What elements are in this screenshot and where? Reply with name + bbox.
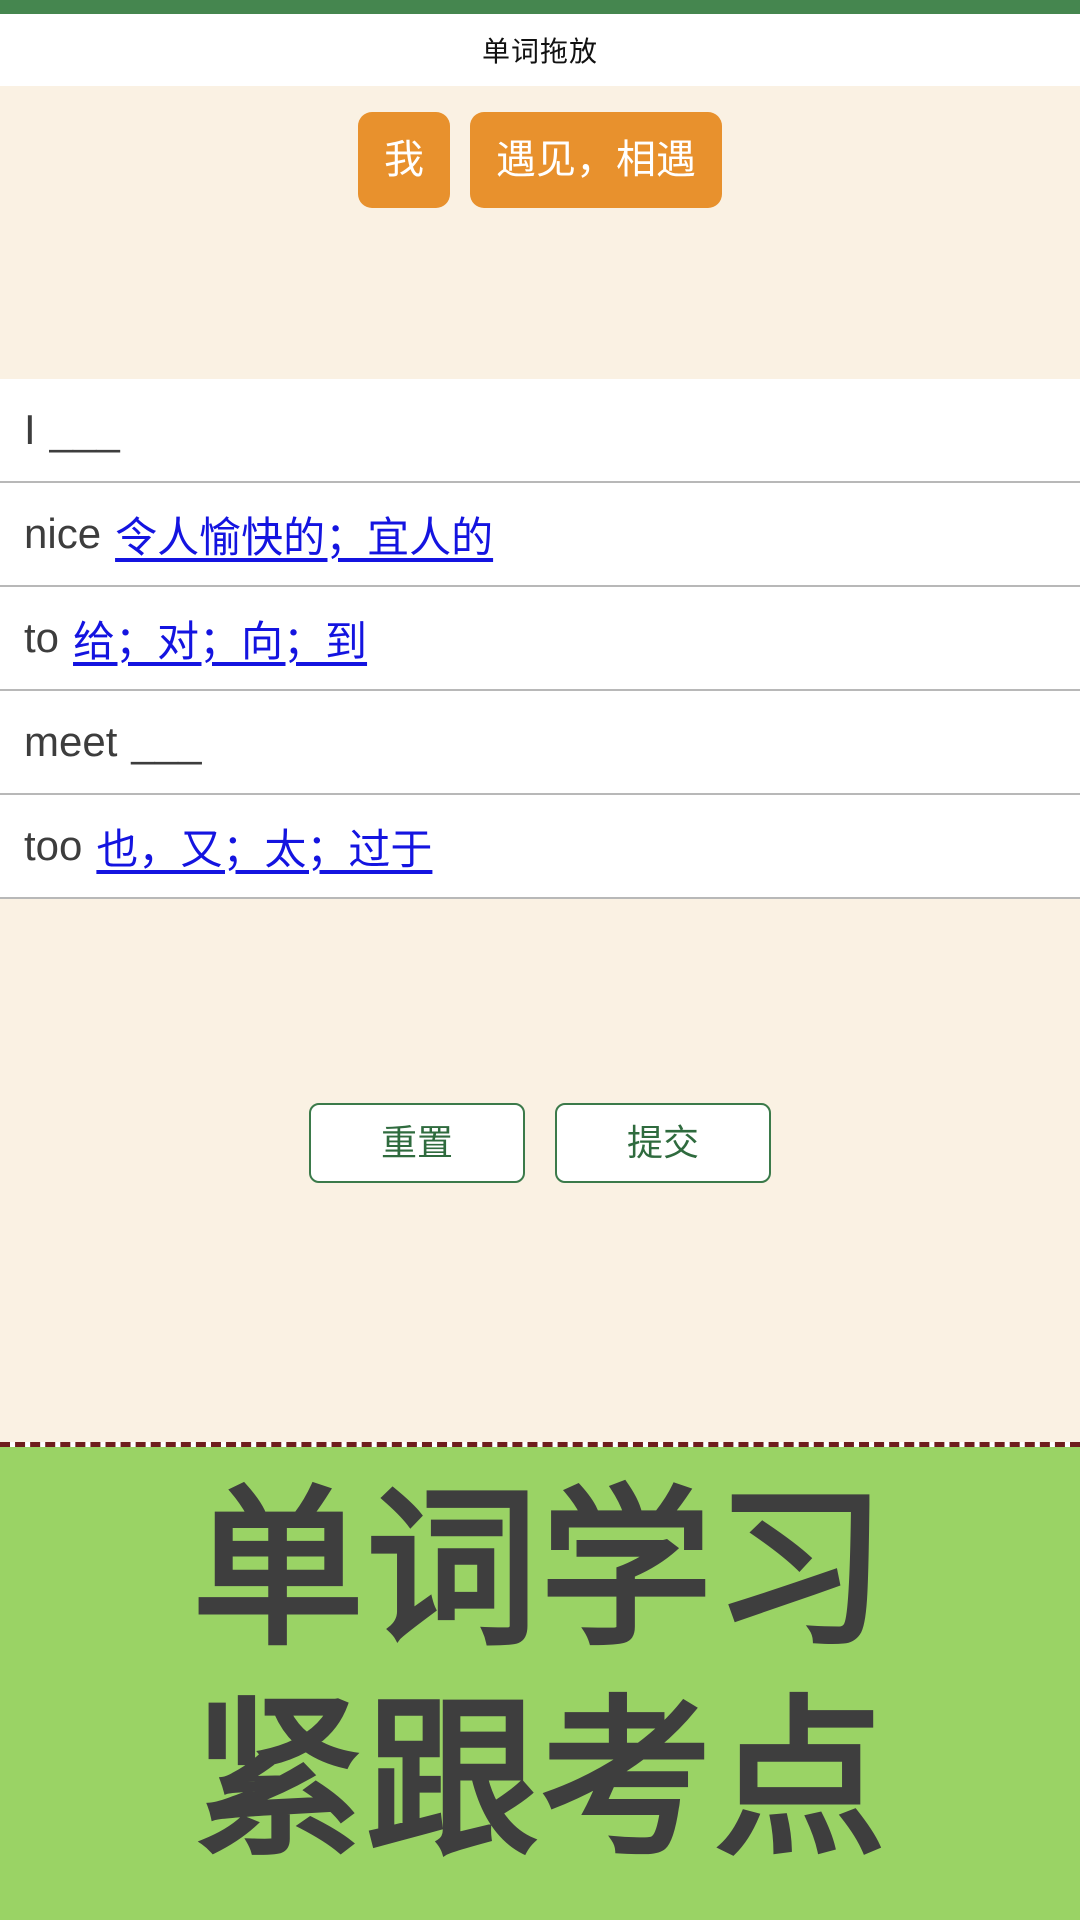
table-row[interactable]: I ___ <box>0 379 1080 483</box>
word-bank-panel[interactable]: 我 遇见，相遇 <box>0 86 1080 379</box>
action-bar: 重置 提交 <box>0 899 1080 1442</box>
status-accent-bar <box>0 0 1080 14</box>
table-row[interactable]: to 给；对；向；到 <box>0 587 1080 691</box>
app-root: 单词拖放 我 遇见，相遇 I ___ nice 令人愉快的；宜人的 to 给；对… <box>0 0 1080 1920</box>
row-drop-blank[interactable]: ___ <box>50 406 120 454</box>
page-title: 单词拖放 <box>481 36 598 67</box>
word-row-list: I ___ nice 令人愉快的；宜人的 to 给；对；向；到 meet ___… <box>0 379 1080 899</box>
row-english-word: nice <box>24 510 102 557</box>
reset-button[interactable]: 重置 <box>309 1103 525 1183</box>
row-drop-blank[interactable]: ___ <box>131 718 201 766</box>
row-english-word: I <box>24 406 36 453</box>
table-row[interactable]: meet ___ <box>0 691 1080 795</box>
table-row[interactable]: too 也，又；太；过于 <box>0 795 1080 899</box>
draggable-word-chip[interactable]: 我 <box>358 112 450 208</box>
row-english-word: too <box>24 822 83 869</box>
title-bar: 单词拖放 <box>0 14 1080 86</box>
promo-banner: 单词学习 紧跟考点 <box>0 1447 1080 1920</box>
row-chinese-meaning[interactable]: 令人愉快的；宜人的 <box>115 504 493 565</box>
submit-button[interactable]: 提交 <box>555 1103 771 1183</box>
row-chinese-meaning[interactable]: 也，又；太；过于 <box>96 816 432 877</box>
promo-banner-line-1: 单词学习 <box>192 1469 888 1670</box>
draggable-word-chip[interactable]: 遇见，相遇 <box>470 112 722 208</box>
row-english-word: to <box>24 614 60 661</box>
row-chinese-meaning[interactable]: 给；对；向；到 <box>73 608 367 669</box>
promo-banner-line-2: 紧跟考点 <box>192 1678 888 1880</box>
row-english-word: meet <box>24 718 118 765</box>
table-row[interactable]: nice 令人愉快的；宜人的 <box>0 483 1080 587</box>
